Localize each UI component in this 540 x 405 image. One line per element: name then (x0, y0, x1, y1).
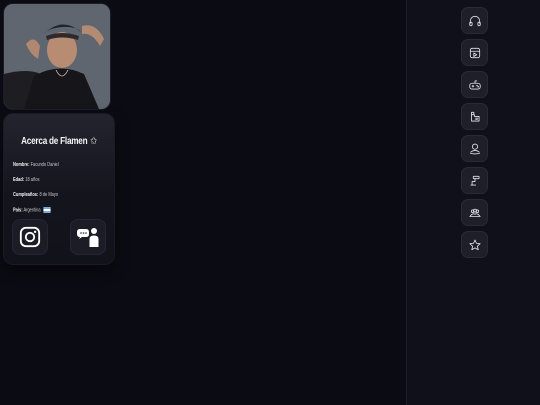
instagram-icon (19, 226, 41, 248)
field-age-value: 18 años (25, 177, 40, 183)
field-birthday-label: Cumpleaños: (13, 192, 39, 198)
field-country-label: País: (13, 207, 23, 214)
star-icon (468, 239, 481, 250)
argentina-flag-icon (43, 207, 51, 213)
field-country-value: Argentina (23, 207, 41, 214)
sidebar-item-stool[interactable] (462, 168, 487, 193)
sidebar-item-star[interactable] (462, 232, 487, 257)
sidebar-item-group[interactable] (462, 200, 487, 225)
field-age-label: Edad: (13, 177, 25, 183)
speech-bubble-person-icon (77, 228, 99, 247)
contact-button[interactable] (71, 220, 105, 254)
field-name-label: Nombre: (13, 162, 30, 168)
field-birthday-value: 8 de Mayo (39, 192, 59, 198)
instagram-button[interactable] (13, 220, 47, 254)
about-card: Acerca de Flamen ✩ Nombre: Facundo Danie… (4, 114, 114, 264)
headphones-icon (468, 15, 481, 26)
sidebar-item-support[interactable] (462, 136, 487, 161)
about-title-text: Acerca de Flamen (21, 136, 88, 147)
group-icon (468, 208, 481, 217)
gamepad-icon (468, 80, 481, 89)
field-name: Nombre: Facundo Daniel (13, 162, 59, 168)
sidebar-item-gamepad[interactable] (462, 72, 487, 97)
about-title: Acerca de Flamen ✩ (14, 136, 104, 147)
field-birthday: Cumpleaños: 8 de Mayo (13, 192, 58, 198)
support-icon (469, 143, 480, 154)
stool-icon (470, 175, 479, 185)
star-icon: ✩ (88, 136, 97, 147)
field-country: País: Argentina (13, 207, 51, 213)
field-name-value: Facundo Daniel (30, 162, 59, 168)
right-sidebar (406, 0, 540, 405)
profile-photo (4, 4, 110, 109)
chat-icon (470, 111, 479, 121)
sidebar-item-headphones[interactable] (462, 8, 487, 33)
sidebar-item-chat[interactable] (462, 104, 487, 129)
field-age: Edad: 18 años (13, 177, 39, 183)
video-icon (469, 47, 480, 58)
sidebar-item-video[interactable] (462, 40, 487, 65)
profile-photo-illustration (4, 4, 110, 109)
